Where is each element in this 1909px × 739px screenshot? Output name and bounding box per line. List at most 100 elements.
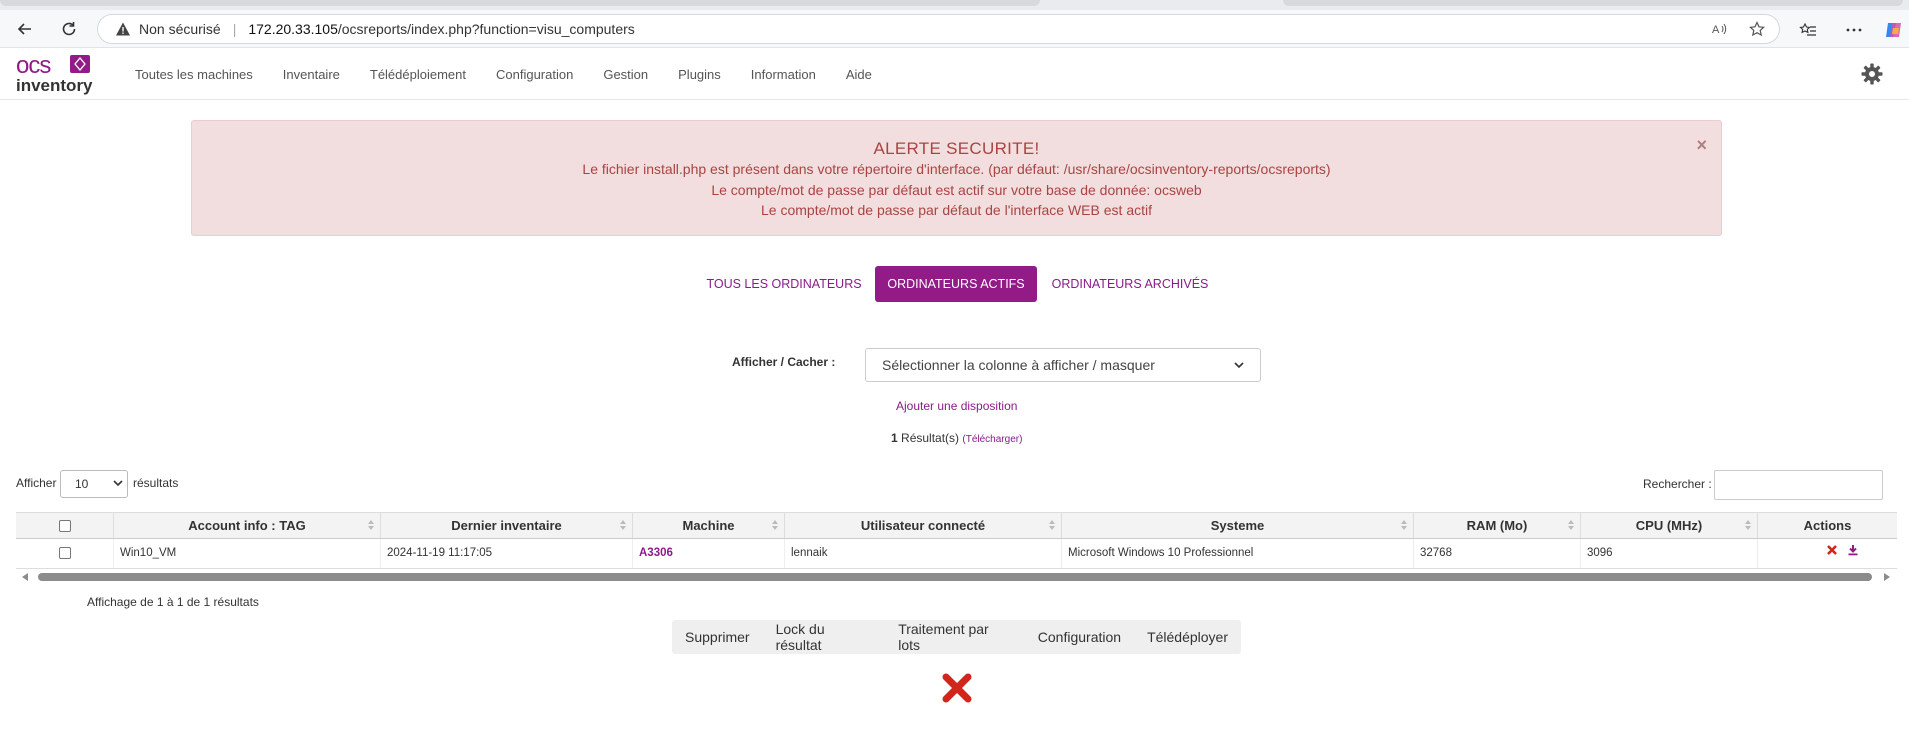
cell-user: lennaik — [785, 539, 1062, 568]
security-alert: × ALERTE SECURITE! Le fichier install.ph… — [191, 120, 1722, 236]
download-icon[interactable] — [1847, 539, 1859, 568]
page-length-select[interactable]: 10 — [60, 470, 128, 498]
cell-machine: A3306 — [633, 539, 785, 568]
page-length-value: 10 — [75, 477, 89, 491]
results-label: Résultat(s) — [901, 431, 960, 445]
ocs-inventory-logo[interactable]: ocs inventory — [16, 51, 108, 97]
results-count: 1 — [891, 431, 898, 445]
computer-tabs: TOUS LES ORDINATEURS ORDINATEURS ACTIFS … — [0, 266, 1909, 302]
header-tag[interactable]: Account info : TAG — [114, 513, 381, 538]
menu-item-all-machines[interactable]: Toutes les machines — [135, 67, 253, 82]
results-summary: 1 Résultat(s) (Télécharger) — [891, 431, 1022, 445]
column-select[interactable]: Sélectionner la colonne à afficher / mas… — [865, 348, 1261, 382]
app-navbar: ocs inventory Toutes les machines Invent… — [0, 48, 1909, 100]
sort-icon[interactable] — [1049, 520, 1055, 532]
cell-system: Microsoft Windows 10 Professionnel — [1062, 539, 1414, 568]
menu-item-configuration[interactable]: Configuration — [496, 67, 573, 82]
machine-link[interactable]: A3306 — [639, 547, 673, 559]
configuration-button[interactable]: Configuration — [1025, 629, 1134, 645]
svg-text:ocs: ocs — [16, 52, 51, 79]
menu-item-plugins[interactable]: Plugins — [678, 67, 721, 82]
copilot-icon[interactable] — [1883, 19, 1905, 41]
show-hide-label: Afficher / Cacher : — [732, 355, 836, 369]
tab-all-computers[interactable]: TOUS LES ORDINATEURS — [700, 266, 868, 302]
refresh-icon[interactable] — [57, 17, 81, 41]
address-actions: A — [1711, 21, 1765, 41]
sort-icon[interactable] — [1745, 520, 1751, 532]
horizontal-scrollbar[interactable] — [16, 571, 1897, 583]
select-all-header — [16, 513, 114, 538]
select-all-checkbox[interactable] — [58, 520, 71, 532]
download-link[interactable]: (Télécharger) — [962, 434, 1022, 445]
scroll-left-arrow-icon[interactable] — [22, 573, 28, 581]
svg-text:inventory: inventory — [16, 76, 93, 95]
more-menu-icon[interactable] — [1843, 19, 1865, 41]
read-aloud-icon[interactable]: A — [1711, 21, 1727, 41]
insecure-label: Non sécurisé — [139, 21, 221, 37]
table-header: Account info : TAG Dernier inventaire Ma… — [16, 512, 1897, 539]
main-menu: Toutes les machines Inventaire Télédéplo… — [135, 48, 902, 100]
header-cpu[interactable]: CPU (MHz) — [1581, 513, 1758, 538]
cell-cpu: 3096 — [1581, 539, 1758, 568]
tab-archived-computers[interactable]: ORDINATEURS ARCHIVÉS — [1046, 266, 1214, 302]
column-select-value: Sélectionner la colonne à afficher / mas… — [882, 357, 1155, 373]
favorites-list-icon[interactable] — [1797, 19, 1819, 41]
menu-item-help[interactable]: Aide — [846, 67, 872, 82]
menu-item-management[interactable]: Gestion — [603, 67, 648, 82]
header-machine[interactable]: Machine — [633, 513, 785, 538]
sort-icon[interactable] — [368, 520, 374, 532]
url-path: /ocsreports/index.php?function=visu_comp… — [337, 21, 635, 37]
close-icon[interactable]: × — [1696, 135, 1707, 156]
cell-last-inventory: 2024-11-19 11:17:05 — [381, 539, 633, 568]
sort-icon[interactable] — [1401, 520, 1407, 532]
chevron-down-icon — [1234, 357, 1244, 373]
browser-toolbar: Non sécurisé | 172.20.33.105/ocsreports/… — [0, 10, 1909, 48]
lock-result-button[interactable]: Lock du résultat — [763, 621, 886, 653]
bulk-actions-bar: Supprimer Lock du résultat Traitement pa… — [672, 620, 1241, 654]
header-user[interactable]: Utilisateur connecté — [785, 513, 1062, 538]
url-host: 172.20.33.105 — [248, 21, 338, 37]
alert-line: Le compte/mot de passe par défaut est ac… — [711, 181, 1202, 198]
cell-tag: Win10_VM — [114, 539, 381, 568]
scrollbar-thumb[interactable] — [38, 573, 1872, 581]
header-actions: Actions — [1803, 518, 1852, 533]
delete-icon[interactable] — [1826, 539, 1838, 568]
cell-ram: 32768 — [1414, 539, 1581, 568]
menu-item-deployment[interactable]: Télédéploiement — [370, 67, 466, 82]
favorite-star-icon[interactable] — [1749, 21, 1765, 41]
url-text: 172.20.33.105/ocsreports/index.php?funct… — [248, 21, 634, 37]
sort-icon[interactable] — [1568, 520, 1574, 532]
header-system[interactable]: Systeme — [1062, 513, 1414, 538]
search-input[interactable] — [1714, 470, 1883, 500]
sort-icon[interactable] — [772, 520, 778, 532]
header-last-inventory[interactable]: Dernier inventaire — [381, 513, 633, 538]
tab-active-computers[interactable]: ORDINATEURS ACTIFS — [875, 266, 1037, 302]
page-length-suffix: résultats — [133, 476, 179, 490]
table-info: Affichage de 1 à 1 de 1 résultats — [87, 595, 259, 609]
address-separator: | — [232, 21, 237, 37]
delete-button[interactable]: Supprimer — [672, 629, 763, 645]
batch-processing-button[interactable]: Traitement par lots — [885, 621, 1025, 653]
scroll-right-arrow-icon[interactable] — [1884, 573, 1890, 581]
row-select-cell — [16, 539, 114, 568]
back-icon[interactable] — [13, 17, 37, 41]
add-layout-link[interactable]: Ajouter une disposition — [896, 399, 1017, 413]
delete-x-icon[interactable] — [940, 671, 974, 705]
svg-text:A: A — [1712, 24, 1720, 36]
header-ram[interactable]: RAM (Mo) — [1414, 513, 1581, 538]
table-row: Win10_VM 2024-11-19 11:17:05 A3306 lenna… — [16, 539, 1897, 569]
row-checkbox[interactable] — [58, 547, 71, 559]
menu-item-inventory[interactable]: Inventaire — [283, 67, 340, 82]
browser-tab[interactable] — [0, 0, 1040, 6]
sort-icon[interactable] — [620, 520, 626, 532]
chevron-down-icon — [113, 477, 123, 491]
gear-icon[interactable] — [1860, 62, 1884, 86]
address-bar[interactable]: Non sécurisé | 172.20.33.105/ocsreports/… — [97, 14, 1780, 44]
warning-icon — [115, 21, 131, 37]
browser-tab-strip — [0, 0, 1909, 10]
browser-tab[interactable] — [1283, 0, 1903, 6]
deploy-button[interactable]: Télédéployer — [1134, 629, 1241, 645]
menu-item-information[interactable]: Information — [751, 67, 816, 82]
alert-line: Le compte/mot de passe par défaut de l'i… — [761, 202, 1152, 218]
search-label: Rechercher : — [1643, 477, 1712, 491]
